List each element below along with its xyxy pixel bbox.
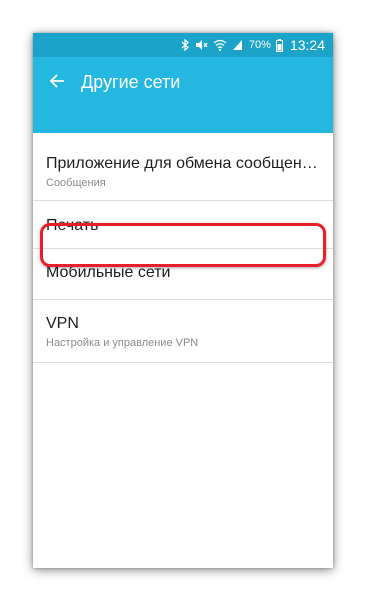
list-item-mobile-networks[interactable]: Мобильные сети [33, 249, 333, 300]
arrow-back-icon [49, 73, 65, 94]
battery-icon [275, 38, 283, 52]
list-item-title: Приложение для обмена сообщения... [46, 155, 323, 172]
list-item-vpn[interactable]: VPN Настройка и управление VPN [33, 300, 333, 363]
status-bar: 70% 13:24 [33, 33, 333, 57]
list-item-subtitle: Сообщения [46, 177, 106, 189]
battery-percent: 70% [248, 39, 271, 51]
back-button[interactable] [45, 71, 69, 95]
signal-icon [232, 39, 243, 51]
settings-list: Приложение для обмена сообщения... Сообщ… [33, 133, 333, 363]
page-title: Другие сети [81, 72, 181, 92]
list-item-title: Печать [46, 217, 99, 234]
list-item-print[interactable]: Печать [33, 201, 333, 249]
status-clock: 13:24 [289, 37, 325, 53]
mute-icon [195, 39, 208, 51]
phone-screen: 70% 13:24 Другие сети Приложение для обм… [33, 33, 333, 568]
wifi-icon [213, 39, 227, 51]
status-icons: 70% 13:24 [181, 33, 325, 57]
list-item-subtitle: Настройка и управление VPN [46, 337, 199, 349]
app-bar: Другие сети [33, 57, 333, 133]
list-item-messaging-app[interactable]: Приложение для обмена сообщения... Сообщ… [33, 133, 333, 201]
bluetooth-icon [181, 39, 190, 51]
list-item-title: VPN [46, 315, 79, 332]
list-item-title: Мобильные сети [46, 264, 171, 281]
